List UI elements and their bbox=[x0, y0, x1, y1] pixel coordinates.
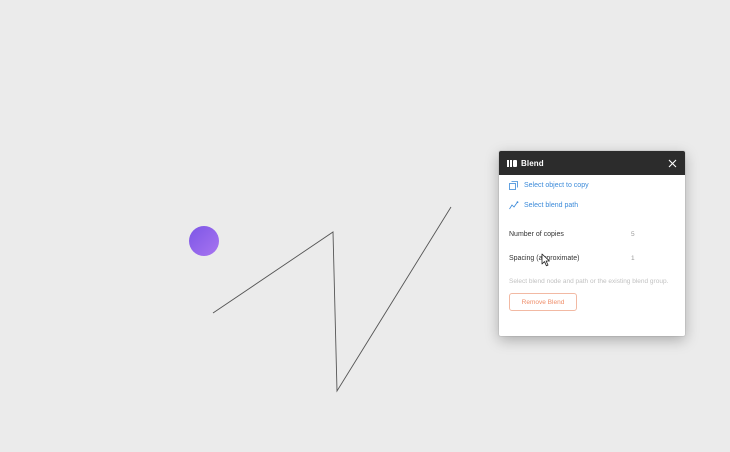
select-blend-path-button[interactable]: Select blend path bbox=[509, 200, 675, 211]
select-object-label: Select object to copy bbox=[524, 182, 589, 189]
select-object-button[interactable]: Select object to copy bbox=[509, 180, 675, 191]
panel-header: Blend bbox=[499, 151, 685, 175]
panel-title: Blend bbox=[521, 158, 544, 168]
close-icon[interactable] bbox=[666, 157, 678, 169]
spacing-input[interactable]: 1 bbox=[631, 255, 671, 262]
hint-text: Select blend node and path or the existi… bbox=[509, 278, 669, 285]
zigzag-blend-path[interactable] bbox=[212, 206, 452, 393]
copies-input[interactable]: 5 bbox=[631, 231, 671, 238]
blend-logo-icon bbox=[507, 159, 517, 167]
blend-panel: Blend Select object to copy Select blend… bbox=[499, 151, 685, 336]
spacing-field: Spacing (approximate) 1 bbox=[509, 253, 675, 264]
copies-label: Number of copies bbox=[509, 231, 564, 238]
remove-blend-button[interactable]: Remove Blend bbox=[509, 293, 577, 311]
copies-field: Number of copies 5 bbox=[509, 229, 675, 240]
purple-circle-object[interactable] bbox=[189, 226, 219, 256]
spacing-label: Spacing (approximate) bbox=[509, 255, 580, 262]
select-path-label: Select blend path bbox=[524, 202, 579, 209]
copy-object-icon bbox=[509, 181, 519, 191]
blend-path-icon bbox=[509, 201, 519, 211]
